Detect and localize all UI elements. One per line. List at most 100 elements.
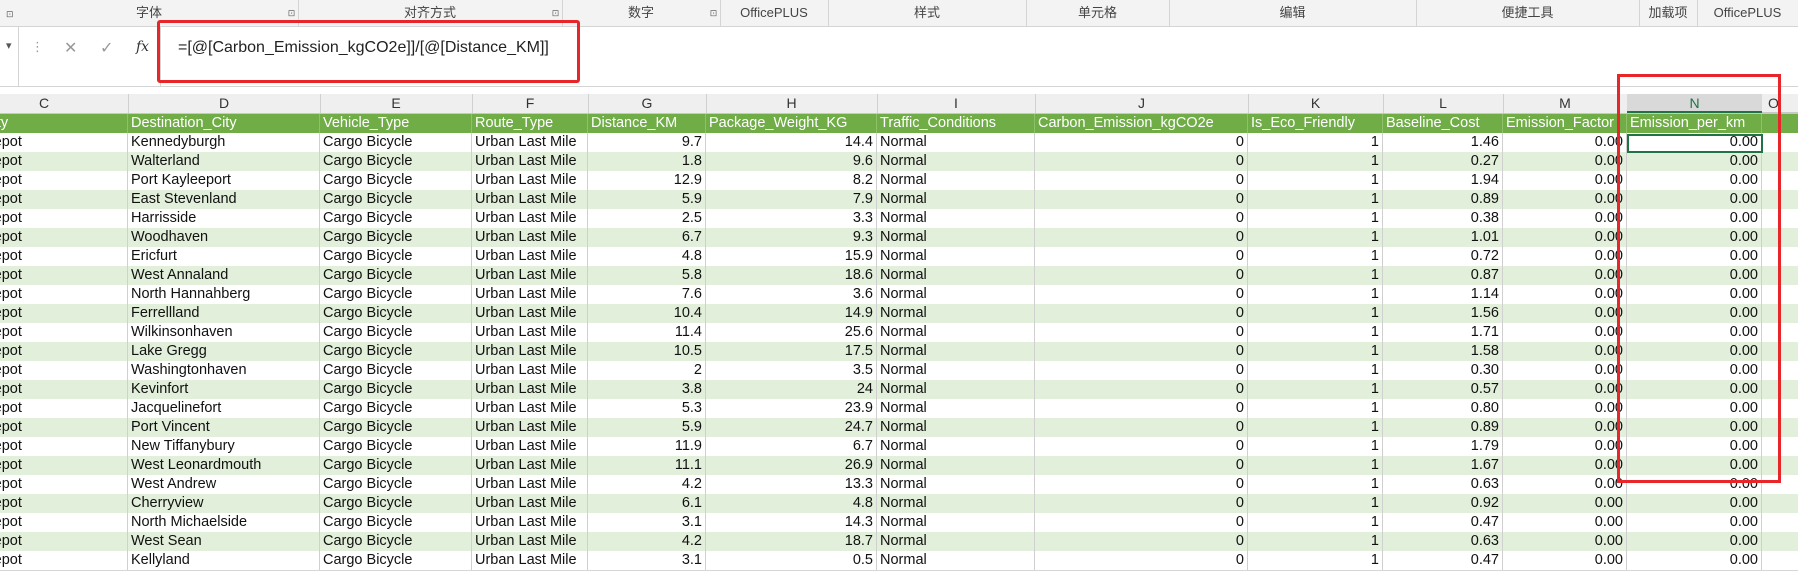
table-cell[interactable]: Normal xyxy=(877,342,1035,361)
table-cell[interactable]: 11.9 xyxy=(588,437,706,456)
table-cell[interactable]: 0.30 xyxy=(1383,361,1503,380)
table-cell[interactable]: 0 xyxy=(1035,437,1248,456)
table-cell[interactable]: 0 xyxy=(1035,532,1248,551)
header-cell[interactable]: Carbon_Emission_kgCO2e xyxy=(1035,114,1248,133)
name-box-dropdown-icon[interactable]: ▾ xyxy=(6,39,12,52)
table-cell[interactable]: 0 xyxy=(1035,285,1248,304)
table-cell[interactable]: 1 xyxy=(1248,380,1383,399)
header-cell[interactable]: Baseline_Cost xyxy=(1383,114,1503,133)
table-cell[interactable]: Urban Last Mile xyxy=(472,551,588,570)
table-cell[interactable]: 1 xyxy=(1248,437,1383,456)
table-cell[interactable]: Urban Last Mile xyxy=(472,190,588,209)
table-cell[interactable]: 26.9 xyxy=(706,456,877,475)
table-cell[interactable]: 1 xyxy=(1248,456,1383,475)
table-cell[interactable]: 0 xyxy=(1035,380,1248,399)
table-cell[interactable]: 5.8 xyxy=(588,266,706,285)
table-cell[interactable]: 0.00 xyxy=(1503,247,1627,266)
table-cell[interactable]: Cargo Bicycle xyxy=(320,437,472,456)
table-cell[interactable]: 1 xyxy=(1248,266,1383,285)
table-cell[interactable]: 1 xyxy=(1248,304,1383,323)
table-cell[interactable]: 6.7 xyxy=(706,437,877,456)
table-cell[interactable]: 23.9 xyxy=(706,399,877,418)
table-cell[interactable]: 1.67 xyxy=(1383,456,1503,475)
table-cell[interactable]: Urban Last Mile xyxy=(472,361,588,380)
table-cell[interactable]: Cargo Bicycle xyxy=(320,209,472,228)
table-cell[interactable]: 1 xyxy=(1248,513,1383,532)
table-cell[interactable]: 0.00 xyxy=(1503,361,1627,380)
table-cell[interactable]: ng Depot xyxy=(0,266,128,285)
table-cell[interactable]: 2 xyxy=(588,361,706,380)
table-cell[interactable]: 1 xyxy=(1248,475,1383,494)
table-cell[interactable]: Normal xyxy=(877,437,1035,456)
table-cell[interactable]: 4.2 xyxy=(588,532,706,551)
table-cell[interactable]: 6.7 xyxy=(588,228,706,247)
table-cell[interactable]: Port Kayleeport xyxy=(128,171,320,190)
table-cell[interactable]: 0 xyxy=(1035,152,1248,171)
table-cell[interactable]: ng Depot xyxy=(0,418,128,437)
table-cell[interactable]: Urban Last Mile xyxy=(472,304,588,323)
table-cell[interactable]: ng Depot xyxy=(0,323,128,342)
table-cell[interactable]: Normal xyxy=(877,285,1035,304)
table-cell[interactable]: ng Depot xyxy=(0,133,128,152)
column-header-M[interactable]: M xyxy=(1503,94,1628,113)
table-cell[interactable]: ng Depot xyxy=(0,551,128,570)
table-cell[interactable]: Cargo Bicycle xyxy=(320,228,472,247)
table-cell[interactable]: 3.6 xyxy=(706,285,877,304)
table-cell[interactable]: Ericfurt xyxy=(128,247,320,266)
table-cell[interactable]: 1.79 xyxy=(1383,437,1503,456)
table-cell[interactable]: 11.1 xyxy=(588,456,706,475)
insert-function-button[interactable]: fx xyxy=(136,39,149,55)
table-cell[interactable]: 0.00 xyxy=(1503,475,1627,494)
table-cell[interactable]: ng Depot xyxy=(0,152,128,171)
table-cell[interactable]: 0.00 xyxy=(1503,437,1627,456)
column-header-K[interactable]: K xyxy=(1248,94,1384,113)
table-cell[interactable]: Normal xyxy=(877,190,1035,209)
table-cell[interactable]: 24 xyxy=(706,380,877,399)
header-cell[interactable]: Is_Eco_Friendly xyxy=(1248,114,1383,133)
table-cell[interactable]: 6.1 xyxy=(588,494,706,513)
table-cell[interactable]: ng Depot xyxy=(0,475,128,494)
table-cell[interactable]: Urban Last Mile xyxy=(472,323,588,342)
table-cell[interactable]: 14.3 xyxy=(706,513,877,532)
table-cell[interactable]: 0.00 xyxy=(1503,551,1627,570)
table-cell[interactable]: 0.87 xyxy=(1383,266,1503,285)
table-cell[interactable]: Kevinfort xyxy=(128,380,320,399)
table-cell[interactable]: 5.9 xyxy=(588,190,706,209)
table-cell[interactable]: Normal xyxy=(877,361,1035,380)
table-cell[interactable]: Urban Last Mile xyxy=(472,247,588,266)
table-cell[interactable]: ng Depot xyxy=(0,361,128,380)
table-cell[interactable]: 0 xyxy=(1035,304,1248,323)
table-cell[interactable]: North Michaelside xyxy=(128,513,320,532)
header-cell[interactable]: Distance_KM xyxy=(588,114,706,133)
table-cell[interactable]: Urban Last Mile xyxy=(472,152,588,171)
table-cell[interactable]: 0 xyxy=(1035,513,1248,532)
table-cell[interactable]: 1 xyxy=(1248,228,1383,247)
table-cell[interactable]: ng Depot xyxy=(0,209,128,228)
table-cell[interactable]: 0.89 xyxy=(1383,418,1503,437)
table-cell[interactable]: 0.92 xyxy=(1383,494,1503,513)
table-cell[interactable]: East Stevenland xyxy=(128,190,320,209)
table-cell[interactable]: 0 xyxy=(1035,399,1248,418)
table-cell[interactable]: Cargo Bicycle xyxy=(320,418,472,437)
table-cell[interactable]: Wilkinsonhaven xyxy=(128,323,320,342)
table-cell[interactable]: 0.00 xyxy=(1503,304,1627,323)
table-cell[interactable]: Urban Last Mile xyxy=(472,285,588,304)
table-cell[interactable]: Normal xyxy=(877,152,1035,171)
table-cell[interactable]: 0.00 xyxy=(1503,323,1627,342)
table-cell[interactable]: 0.63 xyxy=(1383,475,1503,494)
table-cell[interactable]: Normal xyxy=(877,209,1035,228)
table-cell[interactable]: Washingtonhaven xyxy=(128,361,320,380)
table-cell[interactable]: Cargo Bicycle xyxy=(320,532,472,551)
table-cell[interactable]: ng Depot xyxy=(0,285,128,304)
table-cell[interactable]: 3.1 xyxy=(588,551,706,570)
header-cell[interactable]: Package_Weight_KG xyxy=(706,114,877,133)
table-cell[interactable]: 0.00 xyxy=(1503,171,1627,190)
table-cell[interactable]: 0.57 xyxy=(1383,380,1503,399)
table-cell[interactable]: Cargo Bicycle xyxy=(320,494,472,513)
table-cell[interactable]: Cargo Bicycle xyxy=(320,361,472,380)
table-cell[interactable]: 0 xyxy=(1035,133,1248,152)
table-cell[interactable]: 1.46 xyxy=(1383,133,1503,152)
table-cell[interactable]: 14.4 xyxy=(706,133,877,152)
table-cell[interactable]: Normal xyxy=(877,304,1035,323)
table-cell[interactable]: 0.00 xyxy=(1503,190,1627,209)
